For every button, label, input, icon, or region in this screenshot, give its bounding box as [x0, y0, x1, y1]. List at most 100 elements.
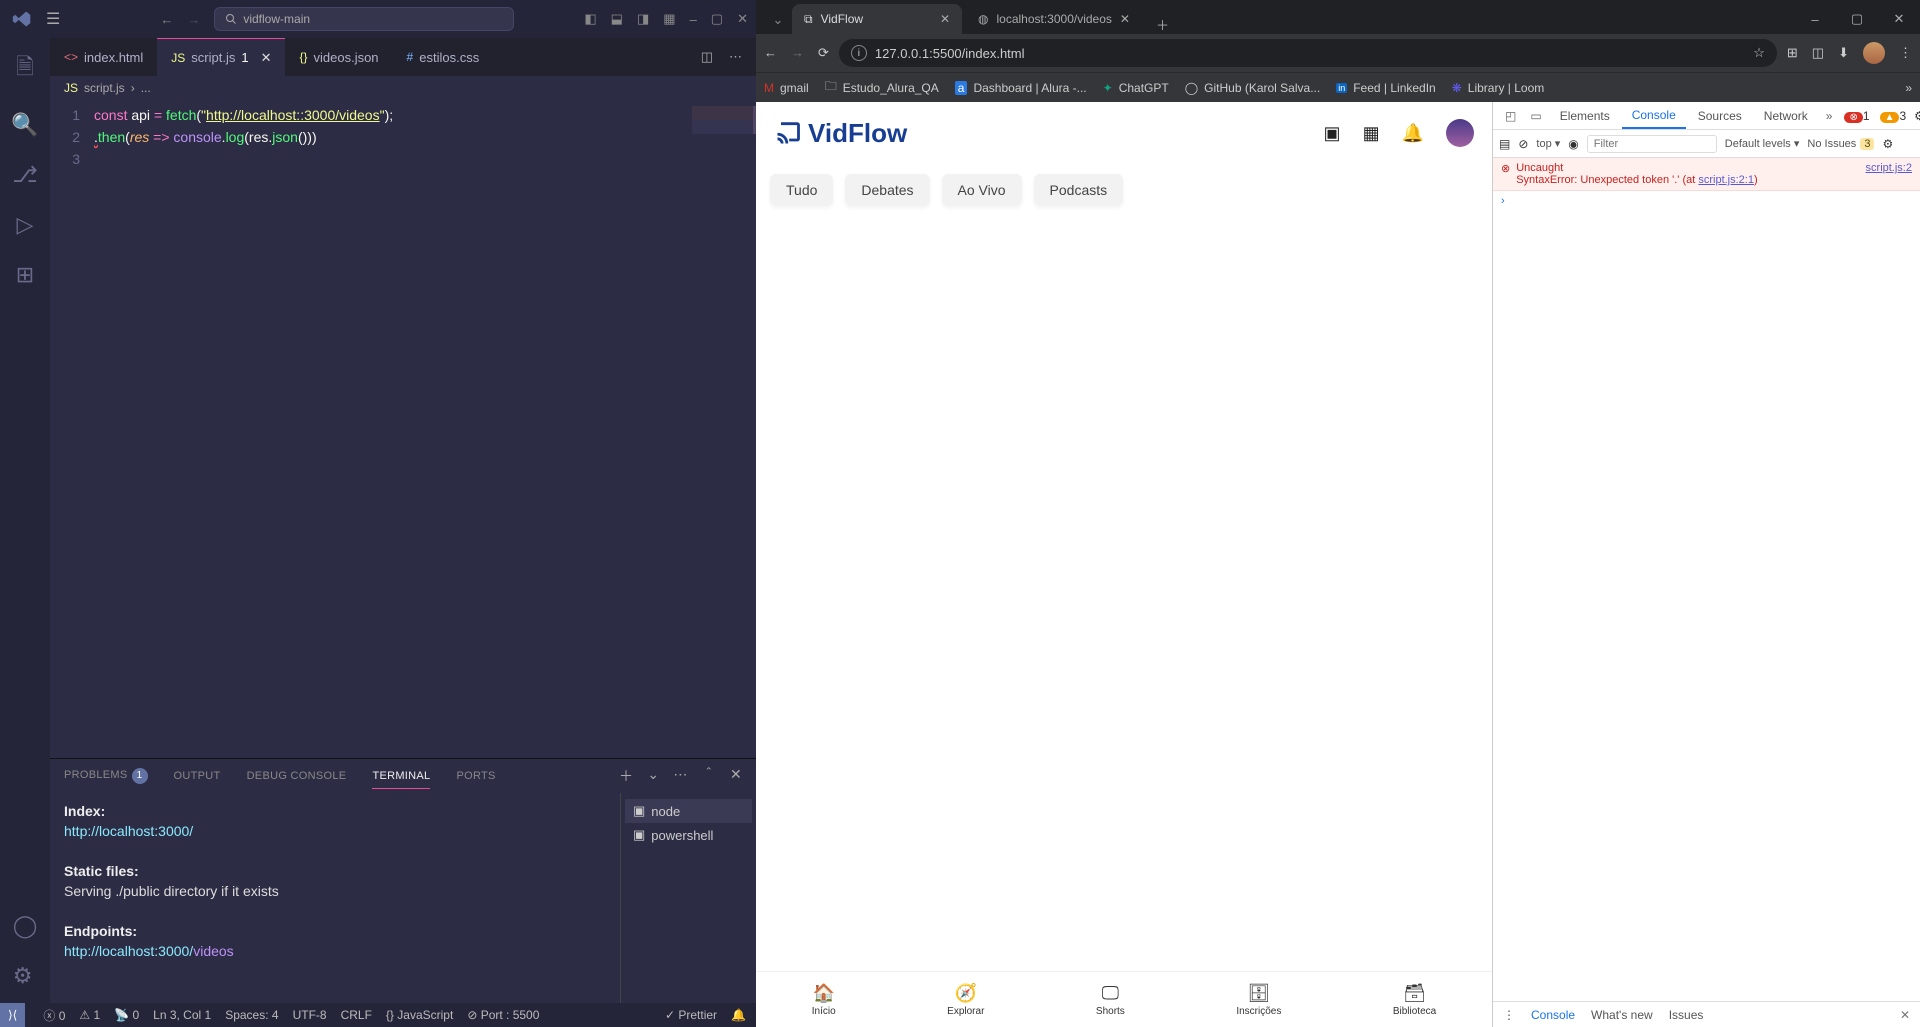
drawer-tab-whatsnew[interactable]: What's new [1591, 1008, 1653, 1022]
code-content[interactable]: const api = fetch("http://localhost::300… [94, 100, 393, 758]
chip-podcasts[interactable]: Podcasts [1034, 174, 1124, 206]
panel-tab-terminal[interactable]: TERMINAL [372, 764, 430, 789]
extensions-icon[interactable]: ⊞ [1787, 45, 1798, 61]
tab-script-js[interactable]: JS script.js 1 ✕ [157, 38, 285, 76]
vidflow-logo[interactable]: VidFlow [774, 118, 907, 149]
layout-bottom-icon[interactable]: ⬓ [611, 11, 623, 27]
breadcrumb[interactable]: JS script.js › ... [50, 76, 756, 100]
close-panel-icon[interactable]: ✕ [730, 766, 742, 786]
console-error[interactable]: ⊗ Uncaught SyntaxError: Unexpected token… [1493, 158, 1920, 191]
terminal-item-node[interactable]: ▣node [625, 799, 752, 823]
layout-left-icon[interactable]: ◧ [584, 11, 596, 27]
status-port[interactable]: ⊘ Port : 5500 [467, 1008, 539, 1022]
dt-tab-network[interactable]: Network [1754, 102, 1818, 129]
bookmark-estudo[interactable]: 🗀Estudo_Alura_QA [825, 77, 939, 98]
side-panel-icon[interactable]: ◫ [1812, 45, 1824, 61]
drawer-close-icon[interactable]: ✕ [1900, 1008, 1910, 1022]
account-icon[interactable]: ◯ [13, 913, 38, 939]
apps-grid-icon[interactable]: ▦ [1363, 123, 1380, 144]
more-icon[interactable]: ⋯ [673, 766, 687, 786]
status-errors[interactable]: ⓧ 0 [43, 1007, 65, 1024]
reload-icon[interactable]: ⟳ [818, 45, 829, 61]
status-spaces[interactable]: Spaces: 4 [225, 1008, 278, 1022]
download-icon[interactable]: ⬇ [1838, 45, 1849, 61]
explorer-icon[interactable]: 🗎 [16, 50, 34, 88]
bookmark-github[interactable]: ◯GitHub (Karol Salva... [1185, 81, 1320, 95]
new-terminal-icon[interactable]: ＋ [619, 766, 633, 786]
error-count[interactable]: ⊗1 [1840, 109, 1869, 123]
status-cursor[interactable]: Ln 3, Col 1 [153, 1008, 211, 1022]
dt-settings-icon[interactable]: ⚙ [1914, 109, 1920, 123]
tab-videos-json[interactable]: {} videos.json [285, 38, 392, 76]
dt-tab-sources[interactable]: Sources [1688, 102, 1752, 129]
nav-back-icon[interactable]: ← [160, 12, 173, 27]
search-icon[interactable]: 🔍 [11, 112, 38, 138]
chip-tudo[interactable]: Tudo [770, 174, 833, 206]
dt-tab-elements[interactable]: Elements [1550, 102, 1620, 129]
status-prettier[interactable]: ✓ Prettier [665, 1008, 717, 1022]
minimap[interactable] [692, 106, 756, 134]
url-bar[interactable]: i 127.0.0.1:5500/index.html ☆ [839, 39, 1777, 67]
hamburger-icon[interactable]: ☰ [46, 9, 60, 29]
terminal-output[interactable]: Index: http://localhost:3000/ Static fil… [50, 793, 620, 1003]
close-icon[interactable]: ✕ [940, 12, 950, 26]
bookmark-chatgpt[interactable]: ✦ChatGPT [1103, 81, 1169, 95]
error-source-link[interactable]: script.js:2 [1866, 162, 1912, 186]
panel-tab-problems[interactable]: PROBLEMS1 [64, 762, 148, 790]
drawer-tab-console[interactable]: Console [1531, 1008, 1575, 1022]
console-prompt[interactable]: › [1493, 191, 1920, 211]
bookmark-alura[interactable]: aDashboard | Alura -... [955, 81, 1087, 95]
window-max-icon[interactable]: ▢ [711, 11, 723, 27]
tab-search-icon[interactable]: ⌄ [764, 6, 792, 34]
remote-indicator-icon[interactable]: ⟩⟨ [0, 1003, 25, 1027]
window-max-icon[interactable]: ▢ [1836, 4, 1878, 34]
panel-tab-output[interactable]: OUTPUT [174, 764, 221, 788]
inspect-icon[interactable]: ◰ [1499, 109, 1522, 123]
chrome-menu-icon[interactable]: ⋮ [1899, 45, 1912, 61]
nav-inscricoes[interactable]: 🗄Inscrições [1236, 983, 1281, 1017]
camera-icon[interactable]: ▣ [1324, 123, 1341, 144]
chip-debates[interactable]: Debates [845, 174, 929, 206]
bookmark-star-icon[interactable]: ☆ [1753, 45, 1765, 61]
context-selector[interactable]: top ▾ [1536, 137, 1560, 150]
terminal-dropdown-icon[interactable]: ⌄ [647, 766, 659, 786]
source-control-icon[interactable]: ⎇ [12, 162, 37, 188]
forward-icon[interactable]: → [791, 45, 804, 61]
bookmarks-overflow-icon[interactable]: » [1905, 81, 1912, 95]
window-close-icon[interactable]: ✕ [737, 11, 748, 27]
sidebar-toggle-icon[interactable]: ▤ [1499, 137, 1510, 151]
console-settings-icon[interactable]: ⚙ [1882, 137, 1893, 151]
window-min-icon[interactable]: – [690, 12, 697, 27]
status-eol[interactable]: CRLF [341, 1008, 372, 1022]
levels-selector[interactable]: Default levels ▾ [1725, 137, 1800, 150]
panel-tab-ports[interactable]: PORTS [456, 764, 495, 788]
maximize-panel-icon[interactable]: ＾ [702, 766, 716, 786]
tab-index-html[interactable]: <> index.html [50, 38, 157, 76]
status-lang[interactable]: {} JavaScript [386, 1008, 453, 1022]
status-encoding[interactable]: UTF-8 [293, 1008, 327, 1022]
title-search[interactable]: vidflow-main [214, 7, 514, 31]
console-output[interactable]: ⊗ Uncaught SyntaxError: Unexpected token… [1493, 158, 1920, 1001]
profile-avatar[interactable] [1863, 42, 1885, 64]
browser-tab-localhost[interactable]: ◍ localhost:3000/videos ✕ [966, 4, 1142, 34]
layout-grid-icon[interactable]: ▦ [663, 11, 675, 27]
nav-shorts[interactable]: 🖵Shorts [1096, 983, 1125, 1017]
status-warnings[interactable]: ⚠ 1 [79, 1008, 100, 1022]
back-icon[interactable]: ← [764, 45, 777, 61]
filter-input[interactable] [1587, 135, 1717, 153]
chip-aovivo[interactable]: Ao Vivo [942, 174, 1022, 206]
code-editor[interactable]: 1 2 3 const api = fetch("http://localhos… [50, 100, 756, 758]
clear-console-icon[interactable]: ⊘ [1518, 137, 1528, 151]
status-radio[interactable]: 📡 0 [114, 1008, 139, 1022]
dt-tab-console[interactable]: Console [1622, 102, 1686, 129]
more-icon[interactable]: ⋯ [729, 49, 742, 65]
drawer-menu-icon[interactable]: ⋮ [1503, 1008, 1515, 1022]
bell-icon[interactable]: 🔔 [1402, 123, 1424, 144]
site-info-icon[interactable]: i [851, 45, 867, 61]
drawer-tab-issues[interactable]: Issues [1669, 1008, 1704, 1022]
panel-tab-debug[interactable]: DEBUG CONSOLE [247, 764, 347, 788]
settings-gear-icon[interactable]: ⚙ [13, 963, 38, 989]
bookmark-gmail[interactable]: Mgmail [764, 81, 809, 95]
window-close-icon[interactable]: ✕ [1878, 4, 1920, 34]
split-editor-icon[interactable]: ◫ [701, 49, 713, 65]
